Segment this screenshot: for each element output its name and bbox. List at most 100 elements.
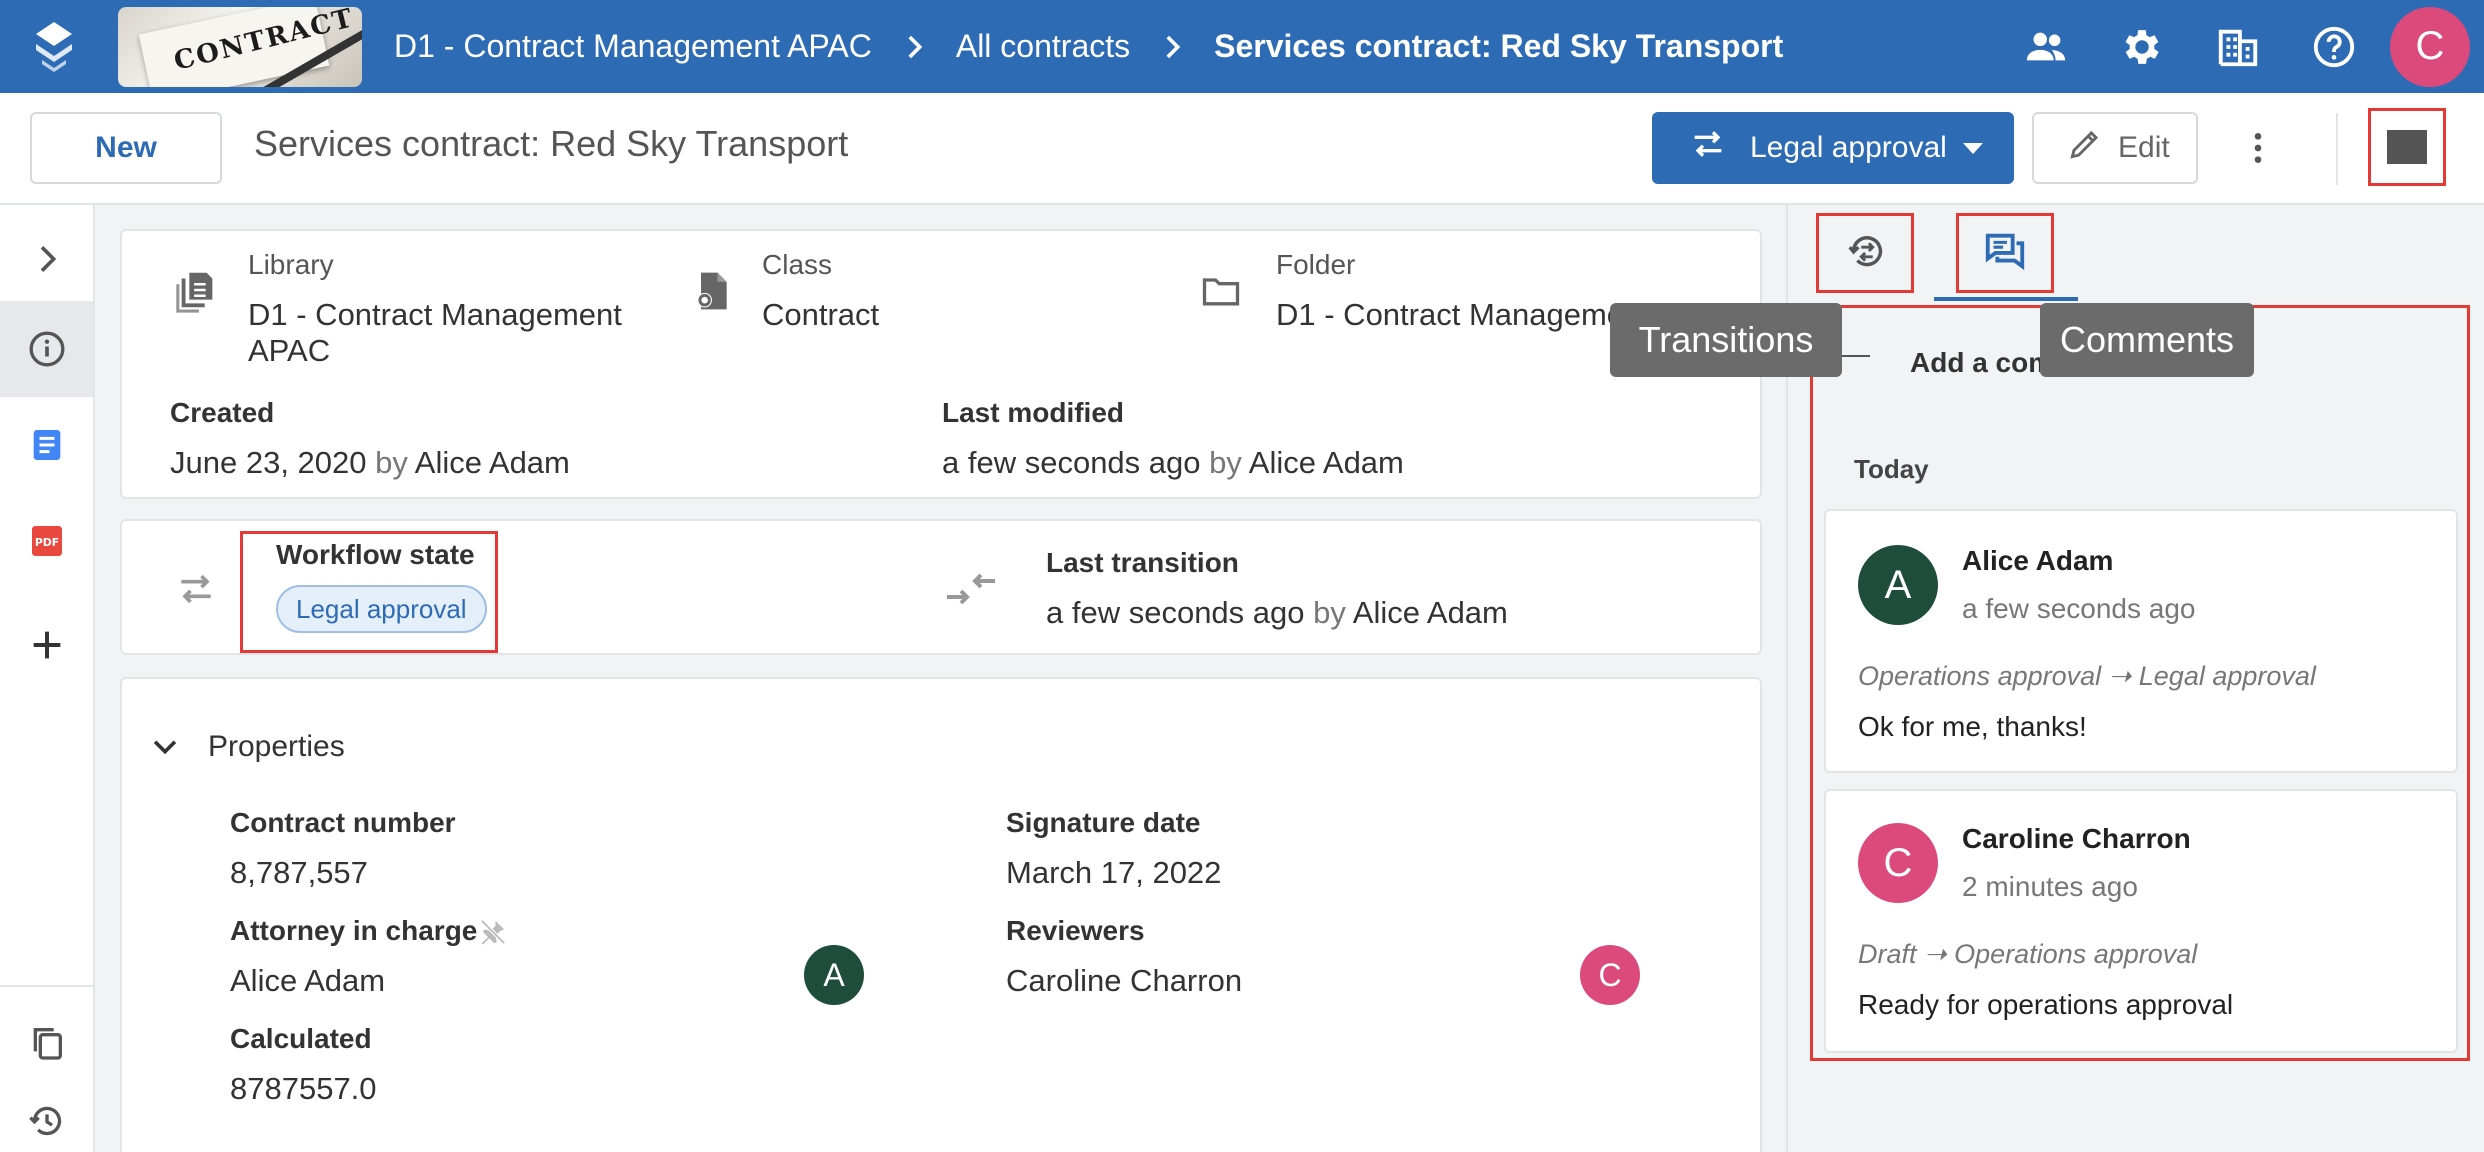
document-toolbar: New Services contract: Red Sky Transport… [0,93,2484,205]
merge-arrows-icon [942,565,1000,613]
edit-label: Edit [2118,131,2170,164]
last-transition-label: Last transition [1046,547,1239,578]
app-logo-icon[interactable] [0,0,108,93]
modified-value: a few seconds ago by Alice Adam [942,445,1404,481]
add-comment-button[interactable]: Add a com [1910,345,2053,381]
document-settings-icon [690,267,734,315]
library-thumbnail[interactable]: CONTRACT [118,6,362,87]
comment-transition: Draft ➝ Operations approval [1858,939,2198,969]
class-label: Class [762,249,833,280]
tooltip-transitions: Transitions [1610,303,1842,377]
info-icon[interactable] [0,301,93,397]
modified-by: Alice Adam [1248,445,1404,480]
reviewers-value[interactable]: Caroline Charron [1006,963,1242,999]
caret-down-icon [1962,142,1983,154]
tab-comments-highlight [1956,213,2054,293]
new-button[interactable]: New [30,112,222,184]
attorney-value[interactable]: Alice Adam [230,963,385,999]
last-transition-date: a few seconds ago [1046,595,1305,630]
folder-value[interactable]: D1 - Contract Manageme [1276,297,1624,333]
comment-avatar: C [1858,823,1938,903]
library-value-line-2[interactable]: APAC [248,333,330,369]
more-vertical-icon[interactable] [2228,115,2288,181]
created-value: June 23, 2020 by Alice Adam [170,445,570,481]
library-icon [174,265,220,315]
document-info-card: Library D1 - Contract Management APAC Cl… [120,229,1762,499]
swap-icon [1688,124,1750,172]
comment-time: a few seconds ago [1962,593,2196,624]
workflow-card: Workflow state Legal approval Last trans… [120,519,1762,655]
created-by: Alice Adam [414,445,570,480]
svg-text:PDF: PDF [34,536,58,549]
properties-card: Properties Contract number 8,787,557 Sig… [120,677,1762,1152]
workflow-state-chip[interactable]: Legal approval [276,585,487,633]
page-title: Services contract: Red Sky Transport [254,123,849,164]
reviewer-avatar: C [1580,945,1640,1005]
folder-label: Folder [1276,249,1356,280]
modified-by-word: by [1209,445,1242,480]
created-label: Created [170,397,275,428]
library-value-line-1[interactable]: D1 - Contract Management [248,297,622,333]
calculated-label: Calculated [230,1023,372,1054]
breadcrumb: D1 - Contract Management APAC All contra… [394,27,1783,67]
chevron-down-icon[interactable] [148,729,182,763]
last-transition-by-word: by [1313,595,1346,630]
comment-card: C Caroline Charron 2 minutes ago Draft ➝… [1824,789,2458,1053]
pdf-icon[interactable]: PDF [0,493,93,589]
created-by-word: by [375,445,408,480]
calculated-value: 8787557.0 [230,1071,377,1106]
comment-author: Caroline Charron [1962,823,2191,854]
plus-icon[interactable] [0,597,93,693]
breadcrumb-library[interactable]: D1 - Contract Management APAC [394,28,872,65]
history-icon[interactable] [0,1073,93,1152]
signature-date-value: March 17, 2022 [1006,855,1222,890]
side-rail: PDF [0,205,95,1152]
comment-author: Alice Adam [1962,545,2114,576]
document-icon[interactable] [0,397,93,493]
chevron-right-icon [894,27,934,67]
class-value: Contract [762,297,880,332]
breadcrumb-current: Services contract: Red Sky Transport [1214,28,1784,64]
edit-button[interactable]: Edit [2032,112,2198,184]
workflow-state-label: Workflow state [276,539,475,570]
properties-section-title[interactable]: Properties [208,729,345,765]
comment-card: A Alice Adam a few seconds ago Operation… [1824,509,2458,773]
comment-text: Ready for operations approval [1858,989,2234,1020]
attorney-avatar: A [804,945,864,1005]
folder-icon [1198,269,1244,313]
gear-icon[interactable] [2094,0,2190,93]
comment-text: Ok for me, thanks! [1858,711,2087,742]
divider [2336,113,2338,185]
pencil-icon [2066,125,2118,171]
panel-icon [2387,130,2427,164]
reviewers-label: Reviewers [1006,915,1145,946]
comment-transition: Operations approval ➝ Legal approval [1858,661,2316,691]
contract-number-value: 8,787,557 [230,855,368,890]
swap-icon [174,567,218,611]
comment-time: 2 minutes ago [1962,871,2138,902]
comment-avatar: A [1858,545,1938,625]
active-tab-indicator [1934,297,2078,301]
library-label: Library [248,249,334,280]
add-comment-icon [1842,355,1870,357]
last-transition-value: a few seconds ago by Alice Adam [1046,595,1508,631]
pin-off-icon[interactable] [478,917,508,947]
users-icon[interactable] [1998,0,2094,93]
panel-toggle-button[interactable] [2368,108,2446,186]
tooltip-comments: Comments [2040,303,2254,377]
top-bar: CONTRACT D1 - Contract Management APAC A… [0,0,2484,93]
workflow-transition-button[interactable]: Legal approval [1652,112,2014,184]
tab-transitions-highlight [1816,213,1914,293]
user-avatar[interactable]: C [2390,6,2470,87]
expand-chevron-icon[interactable] [0,211,93,307]
comment-day-group: Today [1854,454,1929,484]
signature-date-label: Signature date [1006,807,1201,838]
workflow-transition-label: Legal approval [1750,131,1947,164]
building-icon[interactable] [2190,0,2286,93]
help-icon[interactable] [2286,0,2382,93]
modified-date: a few seconds ago [942,445,1201,480]
chevron-right-icon [1152,27,1192,67]
breadcrumb-all-contracts[interactable]: All contracts [956,28,1130,65]
attorney-label: Attorney in charge [230,915,478,946]
last-transition-by: Alice Adam [1352,595,1508,630]
